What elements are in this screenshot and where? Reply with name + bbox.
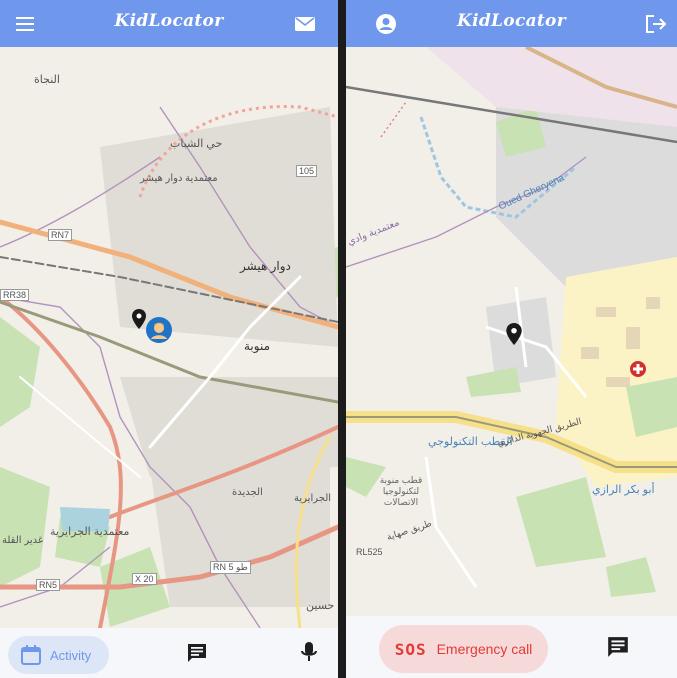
road-shield: RN7 (48, 229, 73, 241)
right-screen: Oued Gheryena معتمدية وادي القطب التكنول… (346, 0, 677, 678)
activity-label: Activity (50, 647, 92, 663)
location-pin-icon[interactable] (506, 323, 522, 345)
map-label: الجديدة (232, 487, 263, 498)
activity-button[interactable]: Activity (8, 636, 109, 674)
map-label: حي الشباب (170, 138, 223, 150)
app-title: KidLocator (457, 11, 566, 31)
location-pin-icon[interactable] (132, 309, 146, 329)
map-label: منوبة (244, 339, 271, 353)
logout-button[interactable] (643, 11, 669, 37)
map-label: معتمدية دوار هيشر (140, 173, 218, 184)
chat-icon (608, 637, 628, 657)
map-label: قطب منوبة لتكنولوجيا الاتصالات (379, 475, 423, 507)
map-label: RL525 (356, 547, 383, 557)
app-title: KidLocator (114, 11, 224, 31)
bottom-bar: Activity (0, 628, 338, 678)
sos-label: SOS (394, 639, 427, 659)
map-label: دوار هيشر (240, 259, 291, 273)
road-shield: RR38 (0, 289, 30, 301)
mail-icon (295, 17, 315, 31)
map-view[interactable]: Oued Gheryena معتمدية وادي القطب التكنول… (346, 47, 677, 616)
map-label: الجرايرية (294, 493, 332, 504)
left-screen: النجاة حي الشباب معتمدية دوار هيشر دوار … (0, 0, 338, 678)
logout-icon (646, 15, 667, 33)
map-label: غدير القلة (2, 535, 44, 546)
road-shield: 105 (296, 165, 318, 177)
emergency-call-label: Emergency call (436, 641, 533, 657)
road-shield: RN 5 طو (210, 561, 251, 574)
app-bar: KidLocator (0, 0, 338, 47)
emergency-call-button[interactable]: SOS Emergency call (379, 625, 548, 673)
road-shield: X 20 (132, 573, 157, 585)
road-shield: RN5 (36, 579, 61, 591)
child-avatar-icon[interactable] (146, 317, 172, 343)
app-bar: KidLocator (346, 0, 677, 47)
microphone-button[interactable] (296, 640, 322, 666)
screen-divider (338, 0, 346, 678)
microphone-icon (301, 642, 317, 661)
map-label: معتمدية الجرايرية (50, 526, 130, 538)
calendar-icon (21, 645, 41, 665)
map-view[interactable]: النجاة حي الشباب معتمدية دوار هيشر دوار … (0, 47, 338, 628)
chat-button[interactable] (605, 634, 631, 660)
map-label: أبو بكر الرازي (592, 484, 655, 496)
map-label: النجاة (34, 74, 60, 86)
chat-icon (188, 644, 206, 662)
bottom-bar: SOS Emergency call (346, 616, 677, 678)
map-label: حسين (306, 600, 335, 612)
mail-button[interactable] (292, 11, 318, 37)
chat-button[interactable] (184, 640, 210, 666)
hospital-icon (630, 361, 646, 377)
